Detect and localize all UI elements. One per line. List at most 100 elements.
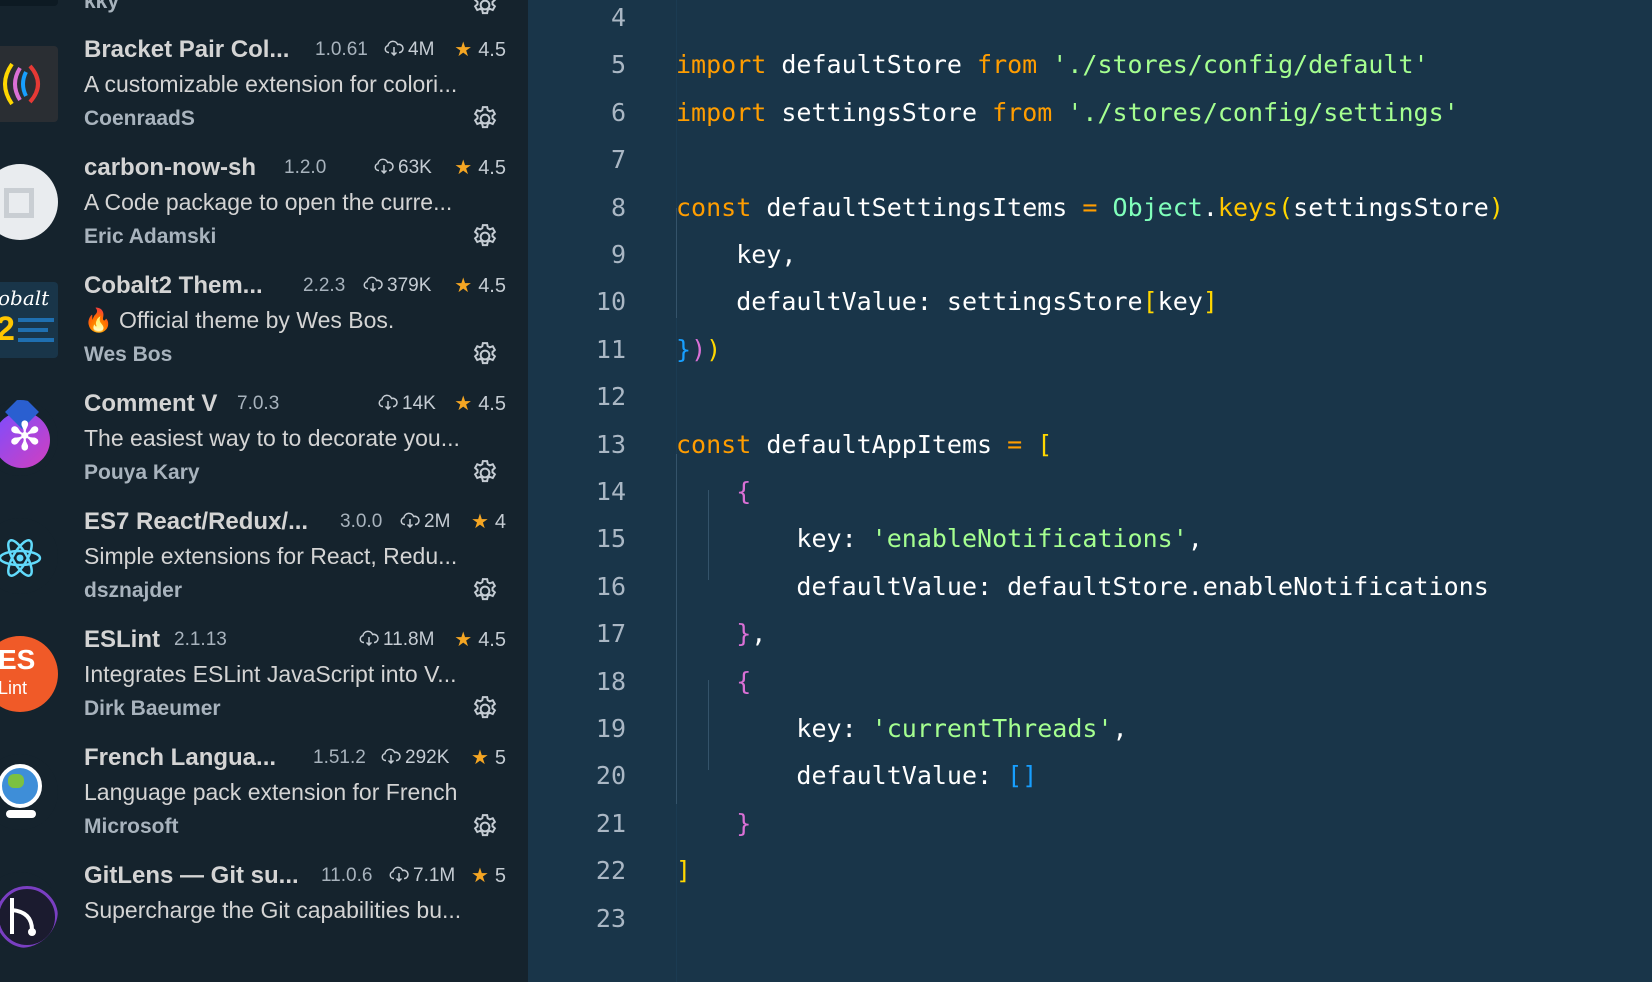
extension-author: dsznajder [84, 579, 183, 602]
extension-downloads: 11.8M [359, 629, 434, 651]
code-line[interactable]: 12 [528, 373, 1652, 421]
extension-item[interactable]: carbon-now-sh 1.2.0 63K ★ 4.5 A Code package … [0, 154, 528, 272]
carbon-icon [0, 164, 58, 240]
code-text[interactable]: ] [676, 847, 691, 895]
code-line[interactable]: 11})) [528, 326, 1652, 374]
code-line[interactable]: 20 defaultValue: [] [528, 752, 1652, 800]
extension-description: The easiest way to to decorate you... [84, 425, 460, 451]
extension-description: A customizable extension for colori... [84, 71, 458, 97]
extension-name: Bracket Pair Col... [84, 36, 290, 63]
extension-downloads: 4M [384, 39, 434, 61]
gear-icon[interactable] [470, 694, 500, 724]
code-line[interactable]: 10 defaultValue: settingsStore[key] [528, 278, 1652, 326]
code-line[interactable]: 6 import settingsStore from './stores/con… [528, 89, 1652, 137]
extension-item[interactable]: ES Lint ESLint 2.1.13 11.8M ★ 4.5 Integrates ES… [0, 626, 528, 744]
extension-author: Pouya Kary [84, 461, 200, 484]
code-line[interactable]: 4 [528, 0, 1652, 42]
extension-name: GitLens — Git su... [84, 862, 299, 889]
comment-v-icon: ✻ [0, 400, 58, 476]
gear-icon[interactable] [470, 104, 500, 134]
code-text[interactable]: const defaultAppItems = [ [676, 421, 1052, 469]
extension-name: ESLint [84, 626, 160, 653]
code-text[interactable]: key: 'currentThreads', [676, 705, 1127, 753]
gear-icon[interactable] [470, 812, 500, 842]
line-number: 13 [595, 429, 626, 459]
extension-author: Wes Bos [84, 343, 173, 366]
gear-icon[interactable] [470, 340, 500, 370]
extension-description: A Code package to open the curre... [84, 189, 453, 215]
partial-extension-item[interactable]: kky [0, 0, 528, 15]
code-line[interactable]: 22] [528, 847, 1652, 895]
code-line[interactable]: 7 [528, 136, 1652, 184]
indent-guide [676, 454, 677, 804]
extension-item[interactable]: GitLens — Git su... 11.0.6 7.1M ★ 5 Superchar… [0, 862, 528, 980]
code-editor[interactable]: 4 5 import defaultStore from './stores/con… [528, 0, 1652, 982]
extension-rating: ★ 5 [470, 865, 506, 887]
extension-rating: ★ 4 [470, 511, 506, 533]
extension-name: ES7 React/Redux/... [84, 508, 309, 535]
extension-author: CoenraadS [84, 107, 195, 130]
code-line[interactable]: 8 const defaultSettingsItems = Object.key… [528, 184, 1652, 232]
code-text[interactable]: { [676, 658, 751, 706]
extension-version: 2.1.13 [174, 629, 227, 650]
extension-author: Microsoft [84, 815, 179, 838]
code-text[interactable]: const defaultSettingsItems = Object.keys… [676, 184, 1504, 232]
code-line[interactable]: 14 { [528, 468, 1652, 516]
extension-version: 11.0.6 [321, 865, 373, 886]
code-text[interactable]: defaultValue: [] [676, 752, 1037, 800]
extension-name: Cobalt2 Them... [84, 272, 263, 299]
gear-icon[interactable] [470, 0, 500, 20]
bracket-pair-icon [0, 46, 58, 122]
code-line[interactable]: 21 } [528, 800, 1652, 848]
extension-downloads: 63K [374, 157, 432, 179]
gear-icon[interactable] [470, 222, 500, 252]
code-text[interactable]: })) [676, 326, 721, 374]
extension-item[interactable]: ES7 React/Redux/... 3.0.0 2M ★ 4 Simple exten… [0, 508, 528, 626]
code-line[interactable]: 13 const defaultAppItems = [ [528, 421, 1652, 469]
code-line[interactable]: 17 }, [528, 610, 1652, 658]
react-icon [0, 518, 58, 594]
code-text[interactable]: key, [676, 231, 796, 279]
star-icon: ★ [470, 747, 489, 769]
extension-item[interactable]: Bracket Pair Col... 1.0.61 4M ★ 4.5 A customi… [0, 36, 528, 154]
cobalt2-icon: obalt 2 [0, 282, 58, 358]
code-text[interactable]: import settingsStore from './stores/conf… [676, 89, 1459, 137]
extension-version: 1.2.0 [284, 157, 327, 178]
code-text[interactable]: import defaultStore from './stores/confi… [676, 41, 1429, 89]
code-line[interactable]: 5 import defaultStore from './stores/conf… [528, 41, 1652, 89]
code-text[interactable]: key: 'enableNotifications', [676, 515, 1202, 563]
line-number: 7 [610, 145, 626, 175]
code-line[interactable]: 23 [528, 895, 1652, 943]
gear-icon[interactable] [470, 576, 500, 606]
extension-item[interactable]: French Langua... 1.51.2 292K ★ 5 Language pac… [0, 744, 528, 862]
line-number: 8 [610, 192, 626, 222]
extension-description: 🔥 Official theme by Wes Bos. [84, 307, 395, 333]
star-icon: ★ [454, 393, 473, 415]
gear-icon[interactable] [470, 458, 500, 488]
line-number: 16 [595, 571, 626, 601]
code-text[interactable]: defaultValue: defaultStore.enableNotific… [676, 563, 1488, 611]
code-line[interactable]: 19 key: 'currentThreads', [528, 705, 1652, 753]
extensions-sidebar: kky Bracket Pair Col... 1.0.61 4M ★ 4.5 A cus… [0, 0, 528, 982]
extension-item[interactable]: obalt 2 Cobalt2 Them... 2.2.3 379K ★ 4.5 🔥 Offi… [0, 272, 528, 390]
star-icon: ★ [454, 39, 473, 61]
line-number: 11 [595, 334, 626, 364]
code-line[interactable]: 16 defaultValue: defaultStore.enableNoti… [528, 563, 1652, 611]
code-line[interactable]: 9 key, [528, 231, 1652, 279]
line-number: 14 [595, 477, 626, 506]
code-text[interactable]: } [676, 800, 751, 848]
code-line[interactable]: 18 { [528, 658, 1652, 706]
extension-rating: ★ 4.5 [454, 157, 506, 179]
extension-name: French Langua... [84, 744, 277, 771]
code-line[interactable]: 15 key: 'enableNotifications', [528, 515, 1652, 563]
code-text[interactable]: { [676, 468, 751, 516]
star-icon: ★ [454, 629, 473, 651]
extension-description: Language pack extension for French [84, 779, 458, 805]
code-text[interactable]: defaultValue: settingsStore[key] [676, 278, 1218, 326]
indent-guide [708, 490, 709, 580]
extension-version: 7.0.3 [237, 393, 280, 414]
extension-description: Integrates ESLint JavaScript into V... [84, 661, 457, 687]
code-text[interactable]: }, [676, 610, 766, 658]
line-number: 4 [610, 3, 626, 32]
extension-item[interactable]: ✻ Comment V 7.0.3 14K ★ 4.5 The easiest way to… [0, 390, 528, 508]
